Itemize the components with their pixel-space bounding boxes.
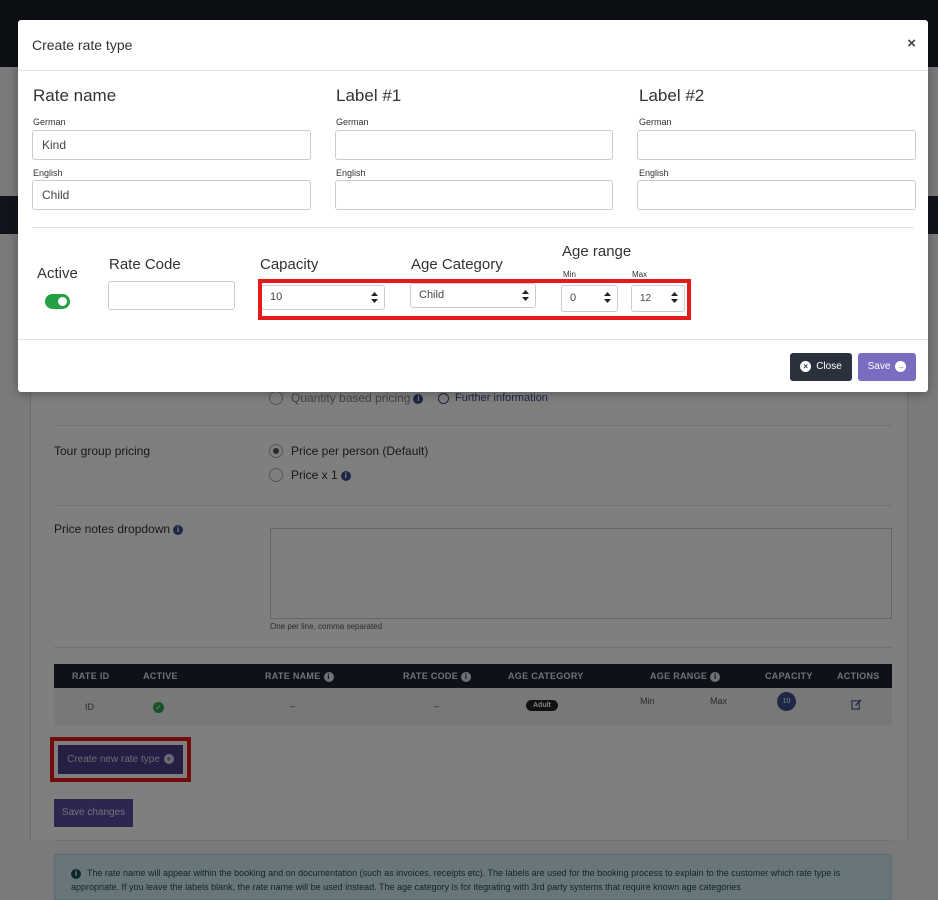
- active-label: Active: [37, 265, 78, 282]
- create-rate-type-modal: Create rate type × Rate name German Kind…: [18, 20, 928, 392]
- rate-name-english-input[interactable]: Child: [32, 180, 311, 210]
- active-toggle[interactable]: [45, 294, 70, 309]
- rate-name-german-label: German: [33, 117, 66, 127]
- close-icon[interactable]: ×: [907, 35, 916, 52]
- modal-header: Create rate type ×: [18, 20, 928, 71]
- label2-title: Label #2: [639, 86, 705, 105]
- rate-name-english-label: English: [33, 168, 63, 178]
- close-circle-icon: ×: [800, 360, 812, 372]
- rate-code-input[interactable]: [108, 281, 235, 310]
- label1-english-input[interactable]: [335, 180, 613, 210]
- label1-german-label: German: [336, 117, 369, 127]
- highlight-capacity-age-fields: [258, 279, 691, 320]
- rate-name-title: Rate name: [33, 86, 117, 105]
- rate-code-label: Rate Code: [109, 256, 181, 273]
- label2-english-input[interactable]: [637, 180, 916, 210]
- modal-footer-divider: [18, 339, 928, 340]
- arrow-right-icon: →: [895, 360, 907, 372]
- section-divider: [32, 227, 914, 228]
- label1-german-input[interactable]: [335, 130, 613, 160]
- age-category-label: Age Category: [411, 256, 503, 273]
- label1-english-label: English: [336, 168, 366, 178]
- label2-german-input[interactable]: [637, 130, 916, 160]
- label2-german-label: German: [639, 117, 672, 127]
- label1-title: Label #1: [336, 86, 402, 105]
- save-button[interactable]: Save →: [858, 353, 916, 381]
- capacity-label: Capacity: [260, 256, 319, 273]
- age-range-label: Age range: [562, 243, 632, 260]
- age-max-label: Max: [632, 270, 648, 279]
- modal-title: Create rate type: [32, 37, 133, 53]
- label2-english-label: English: [639, 168, 669, 178]
- rate-name-german-input[interactable]: Kind: [32, 130, 311, 160]
- age-min-label: Min: [563, 270, 576, 279]
- close-button[interactable]: × Close: [790, 353, 852, 381]
